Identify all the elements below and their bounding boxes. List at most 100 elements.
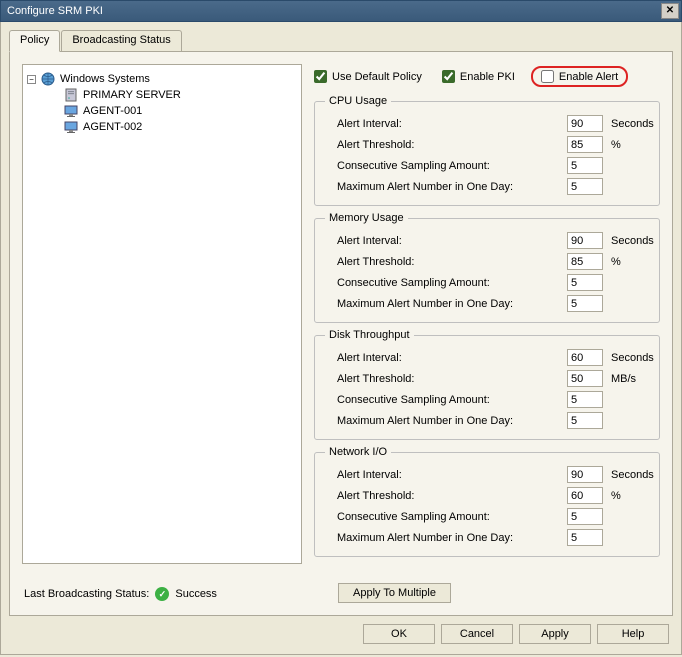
field-label: Alert Threshold:	[325, 373, 567, 385]
field-input[interactable]	[567, 157, 603, 174]
groups-container: CPU Usage Alert Interval: Seconds Alert Thr…	[314, 95, 660, 563]
field-row: Maximum Alert Number in One Day:	[325, 293, 649, 314]
enable-alert-label: Enable Alert	[559, 71, 618, 83]
field-unit: %	[603, 490, 649, 502]
status-value: Success	[175, 588, 217, 600]
field-row: Alert Threshold:%	[325, 134, 649, 155]
field-unit: Seconds	[603, 118, 649, 130]
field-label: Alert Threshold:	[325, 256, 567, 268]
group-disk-throughput: Disk ThroughputAlert Interval:SecondsAle…	[314, 329, 660, 440]
enable-alert-checkbox[interactable]	[541, 70, 554, 83]
field-input[interactable]	[567, 232, 603, 249]
field-label: Maximum Alert Number in One Day:	[325, 415, 567, 427]
field-row: Alert Threshold:%	[325, 251, 649, 272]
field-label: Alert Threshold:	[325, 139, 567, 151]
close-icon[interactable]: ✕	[661, 3, 679, 19]
field-row: Alert Interval: Seconds	[325, 113, 649, 134]
ok-button[interactable]: OK	[363, 624, 435, 644]
field-label: Consecutive Sampling Amount:	[325, 511, 567, 523]
globe-icon	[40, 71, 56, 87]
field-label: Consecutive Sampling Amount:	[325, 394, 567, 406]
field-row: Alert Interval: Seconds	[325, 347, 649, 368]
status-label: Last Broadcasting Status:	[24, 588, 149, 600]
field-row: Alert Interval: Seconds	[325, 464, 649, 485]
monitor-icon	[63, 103, 79, 119]
field-input[interactable]	[567, 370, 603, 387]
field-input[interactable]	[567, 349, 603, 366]
tree-item-label: AGENT-001	[83, 105, 142, 117]
group-legend: CPU Usage	[325, 95, 391, 107]
tree-item-label: AGENT-002	[83, 121, 142, 133]
field-input[interactable]	[567, 529, 603, 546]
field-label: Alert Interval:	[325, 352, 567, 364]
group-legend: Disk Throughput	[325, 329, 414, 341]
field-input[interactable]	[567, 274, 603, 291]
monitor-icon	[63, 119, 79, 135]
use-default-check[interactable]: Use Default Policy	[314, 70, 422, 83]
field-input[interactable]	[567, 391, 603, 408]
field-row: Consecutive Sampling Amount:	[325, 155, 649, 176]
apply-button[interactable]: Apply	[519, 624, 591, 644]
field-label: Alert Threshold:	[325, 490, 567, 502]
group-cpu-usage: CPU Usage Alert Interval: Seconds Alert Thr…	[314, 95, 660, 206]
tab-bar: Policy Broadcasting Status	[9, 30, 673, 52]
field-row: Consecutive Sampling Amount:	[325, 272, 649, 293]
help-button[interactable]: Help	[597, 624, 669, 644]
field-input[interactable]	[567, 253, 603, 270]
field-input[interactable]	[567, 115, 603, 132]
success-icon: ✓	[155, 587, 169, 601]
policy-panel: Use Default Policy Enable PKI Enable Ale…	[314, 64, 660, 603]
field-input[interactable]	[567, 466, 603, 483]
field-row: Alert Threshold:%	[325, 485, 649, 506]
use-default-checkbox[interactable]	[314, 70, 327, 83]
tree-item[interactable]: AGENT-002	[27, 119, 297, 135]
field-label: Consecutive Sampling Amount:	[325, 160, 567, 172]
field-row: Alert Threshold: MB/s	[325, 368, 649, 389]
field-row: Maximum Alert Number in One Day:	[325, 176, 649, 197]
enable-alert-highlight: Enable Alert	[531, 66, 628, 87]
enable-pki-checkbox[interactable]	[442, 70, 455, 83]
field-row: Maximum Alert Number in One Day:	[325, 410, 649, 431]
tab-policy[interactable]: Policy	[9, 30, 60, 52]
field-unit: Seconds	[603, 352, 649, 364]
cancel-button[interactable]: Cancel	[441, 624, 513, 644]
enable-alert-check[interactable]: Enable Alert	[541, 70, 618, 83]
field-input[interactable]	[567, 508, 603, 525]
field-unit: Seconds	[603, 235, 649, 247]
field-row: Consecutive Sampling Amount:	[325, 389, 649, 410]
tab-content: − Windows Systems PRIMARY SERVER AGENT-0…	[9, 52, 673, 616]
field-label: Consecutive Sampling Amount:	[325, 277, 567, 289]
tree-root-label: Windows Systems	[60, 73, 150, 85]
titlebar: Configure SRM PKI ✕	[0, 0, 682, 22]
use-default-label: Use Default Policy	[332, 71, 422, 83]
group-memory-usage: Memory Usage Alert Interval: Seconds Alert …	[314, 212, 660, 323]
field-label: Maximum Alert Number in One Day:	[325, 532, 567, 544]
field-input[interactable]	[567, 136, 603, 153]
tree-root[interactable]: − Windows Systems	[27, 71, 297, 87]
policy-checks: Use Default Policy Enable PKI Enable Ale…	[314, 64, 660, 95]
systems-tree[interactable]: − Windows Systems PRIMARY SERVER AGENT-0…	[22, 64, 302, 564]
tree-item[interactable]: AGENT-001	[27, 103, 297, 119]
server-icon	[63, 87, 79, 103]
field-label: Maximum Alert Number in One Day:	[325, 298, 567, 310]
field-label: Alert Interval:	[325, 235, 567, 247]
field-input[interactable]	[567, 487, 603, 504]
tree-item[interactable]: PRIMARY SERVER	[27, 87, 297, 103]
group-legend: Memory Usage	[325, 212, 408, 224]
enable-pki-check[interactable]: Enable PKI	[442, 70, 515, 83]
field-input[interactable]	[567, 178, 603, 195]
field-label: Maximum Alert Number in One Day:	[325, 181, 567, 193]
dialog-body: Policy Broadcasting Status − Windows Sys…	[0, 22, 682, 655]
field-unit: MB/s	[603, 373, 649, 385]
broadcast-status: Last Broadcasting Status: ✓ Success	[24, 587, 217, 601]
field-input[interactable]	[567, 412, 603, 429]
window-title: Configure SRM PKI	[7, 5, 103, 17]
apply-multiple-button[interactable]: Apply To Multiple	[338, 583, 451, 603]
field-row: Consecutive Sampling Amount:	[325, 506, 649, 527]
field-input[interactable]	[567, 295, 603, 312]
field-unit: Seconds	[603, 469, 649, 481]
tab-broadcasting[interactable]: Broadcasting Status	[61, 30, 181, 51]
field-label: Alert Interval:	[325, 118, 567, 130]
collapse-icon[interactable]: −	[27, 75, 36, 84]
field-label: Alert Interval:	[325, 469, 567, 481]
